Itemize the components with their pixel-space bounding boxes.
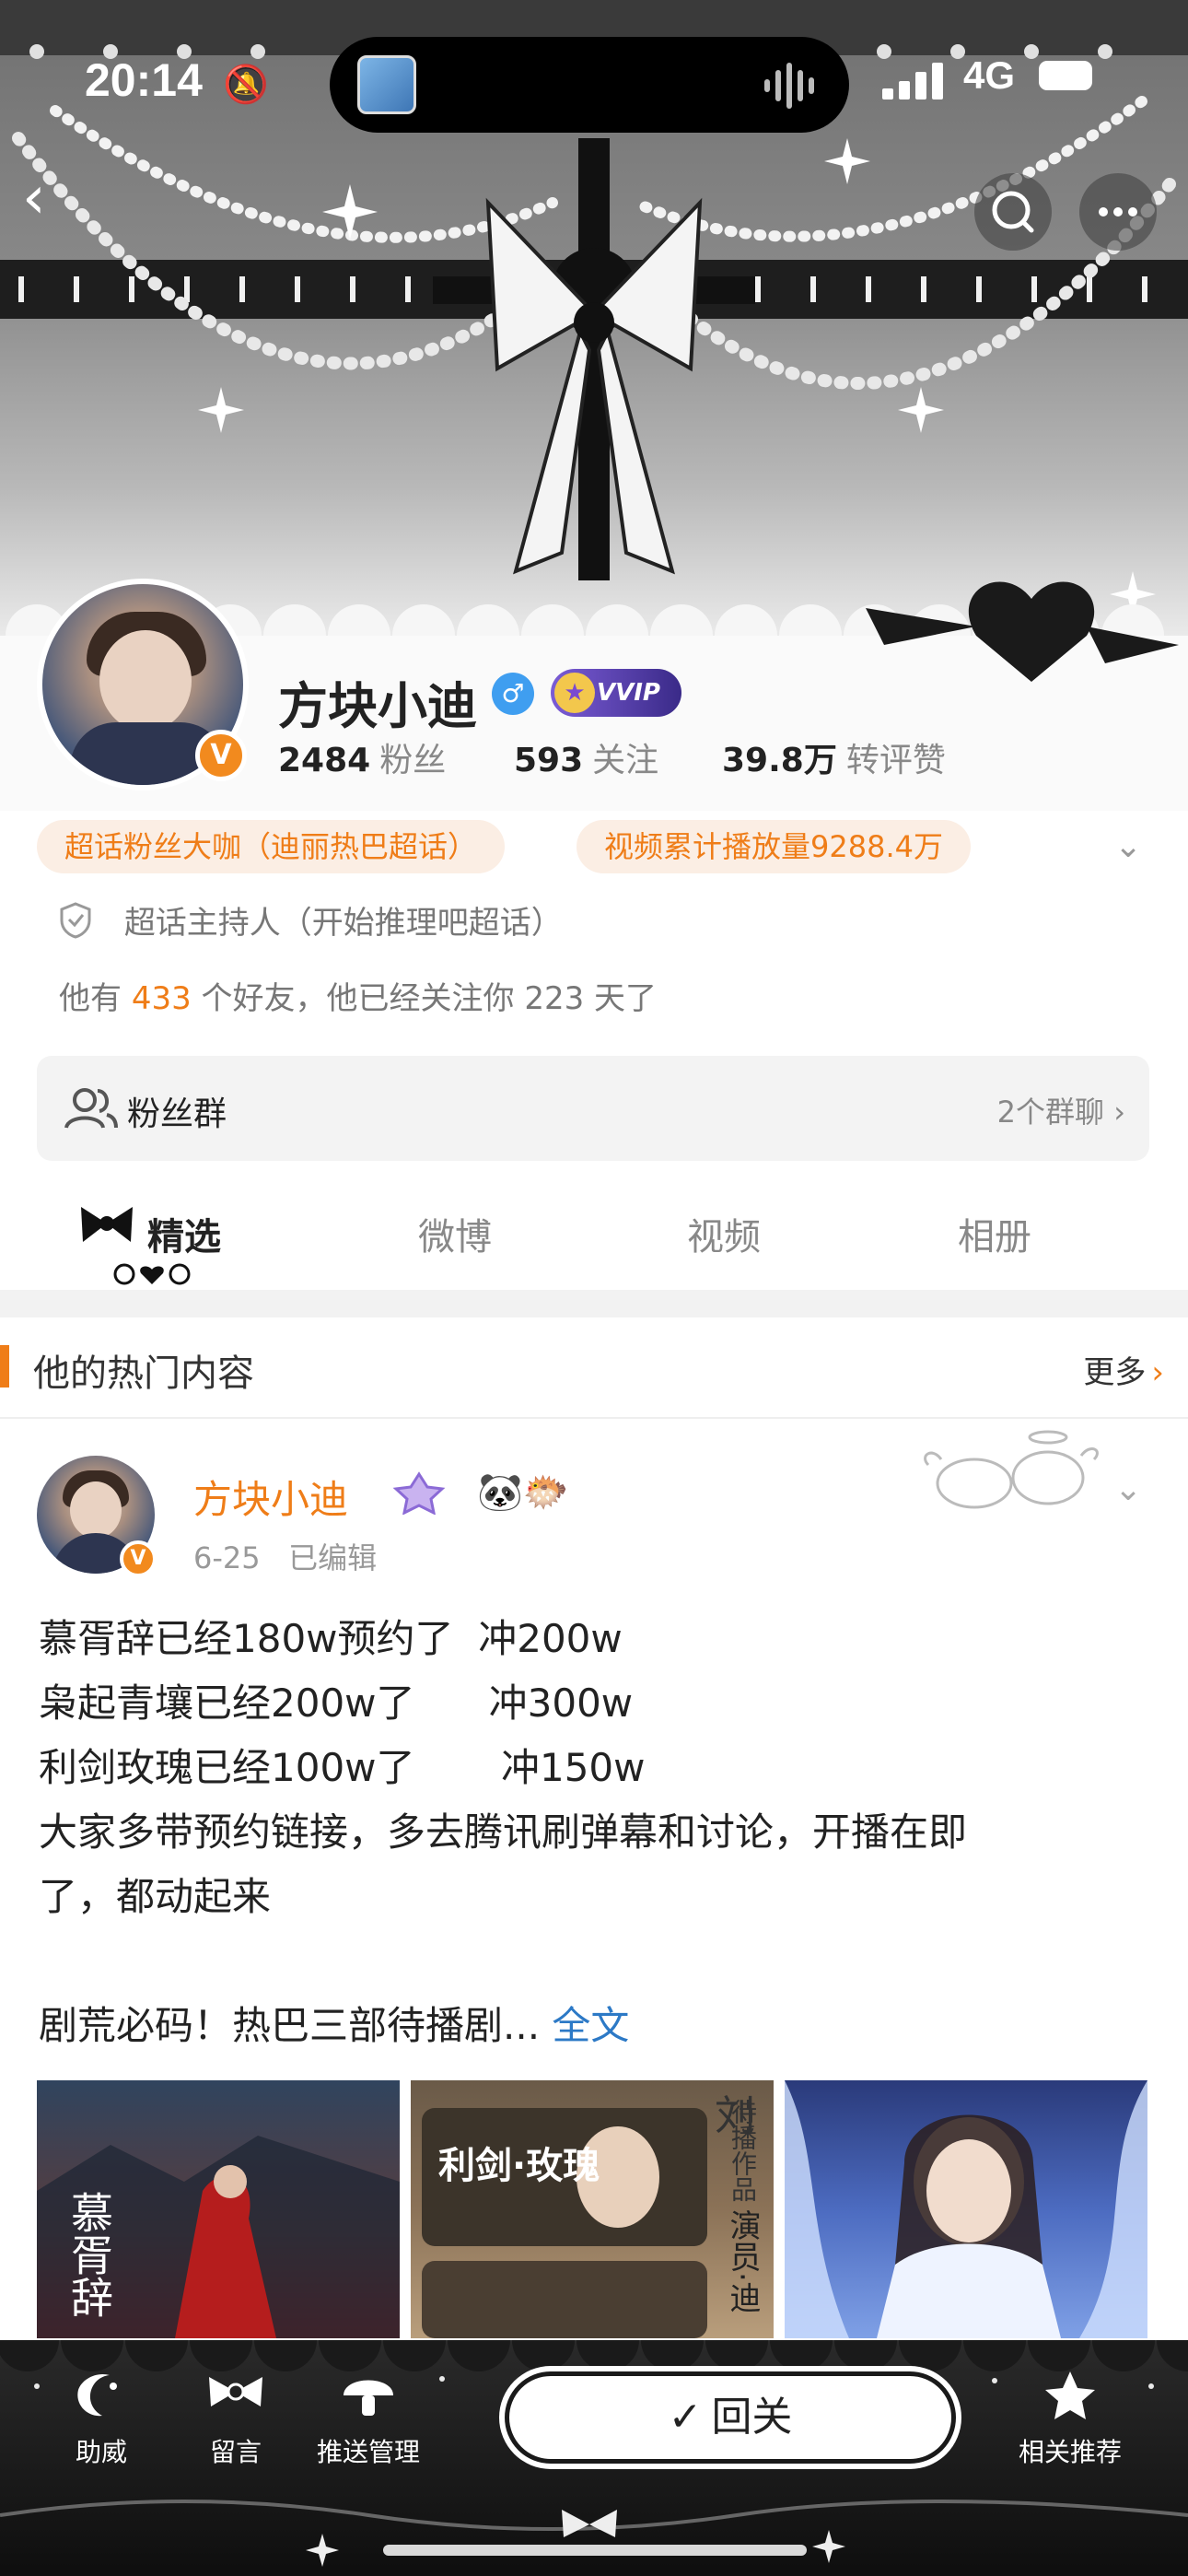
search-button[interactable] — [974, 173, 1052, 251]
post-timestamp: 6-25 已编辑 — [193, 1540, 378, 1575]
signal-icon — [882, 63, 943, 100]
silent-bell-icon: 🔕 — [223, 64, 269, 106]
post-image-2[interactable]: 利剑·玫瑰 待播作品 演员·迪 刘 — [411, 2080, 774, 2338]
post-image-3[interactable] — [785, 2080, 1147, 2338]
panda-fish-badge-icon: 🐼🐡 — [477, 1471, 569, 1514]
fan-group-label: 粉丝群 — [127, 1095, 227, 1133]
group-people-icon — [64, 1088, 118, 1129]
full-text-link[interactable]: 全文 — [540, 2003, 629, 2048]
audio-wave-icon — [764, 63, 814, 109]
hot-content-header: 他的热门内容 更多 › — [0, 1317, 1188, 1419]
dynamic-island[interactable] — [330, 37, 849, 133]
back-arrow-icon[interactable]: ‹ — [22, 166, 87, 230]
tab-album[interactable]: 相册 — [958, 1207, 1031, 1260]
supertopic-host-line: 超话主持人（开始推理吧超话） — [59, 897, 563, 943]
post-author-name[interactable]: 方块小迪 — [193, 1469, 348, 1525]
friend-info-line: 他有 433 个好友，他已经关注你 223 天了 — [59, 980, 658, 1017]
heart-wings-decoration-icon — [113, 1263, 191, 1285]
profile-username: 方块小迪 — [278, 677, 477, 735]
verified-badge: V — [195, 730, 247, 781]
post-image-1[interactable]: 慕胥辞 — [37, 2080, 400, 2338]
profile-page: 20:14 🔕 4G ‹ V 方块小迪 ♂ ★ VVIP 2484 粉丝 593… — [0, 0, 1188, 2576]
home-indicator[interactable] — [383, 2545, 807, 2556]
status-time: 20:14 — [85, 54, 203, 106]
bow-message-icon — [209, 2377, 262, 2406]
hot-more-link[interactable]: 更多 › — [1083, 1347, 1164, 1392]
search-icon — [992, 191, 1034, 233]
more-options-button[interactable] — [1079, 173, 1157, 251]
status-bar: 20:14 🔕 4G — [0, 37, 1188, 133]
stat-reposts-comments-likes[interactable]: 39.8万 转评赞 — [722, 733, 946, 781]
message-button[interactable]: 留言 — [171, 2368, 300, 2469]
tab-video[interactable]: 视频 — [687, 1207, 761, 1260]
post-image-grid: 慕胥辞 利剑·玫瑰 待播作品 演员·迪 刘 — [37, 2080, 1151, 2338]
tab-featured[interactable]: 精选 — [147, 1207, 221, 1260]
crown-icon: ★ — [554, 673, 595, 713]
post-body[interactable]: 慕胥辞已经180w预约了 冲200w 枭起青壤已经200w了 冲300w 利剑玫… — [39, 1607, 1153, 2058]
profile-tabs: 精选 微博 视频 相册 — [0, 1188, 1188, 1290]
stat-following[interactable]: 593 关注 — [514, 733, 658, 781]
cheer-button[interactable]: 助威 — [37, 2368, 166, 2469]
fan-group-row[interactable]: 粉丝群 2个群聊 › — [37, 1056, 1149, 1161]
male-gender-icon: ♂ — [492, 673, 534, 715]
related-recommend-button[interactable]: 相关推荐 — [1006, 2368, 1135, 2469]
post-menu-chevron-icon[interactable]: ⌄ — [1114, 1470, 1142, 1508]
section-divider — [0, 1290, 1188, 1317]
battery-icon — [1039, 61, 1092, 90]
cat-angel-decoration-icon — [924, 1430, 1099, 1509]
tag-video-plays[interactable]: 视频累计播放量9288.4万 — [577, 820, 971, 873]
tag-supertopic-fan[interactable]: 超话粉丝大咖（迪丽热巴超话） — [37, 820, 506, 873]
bottom-action-bar: 助威 留言 推送管理 ✓ 回关 相关推荐 — [0, 2340, 1188, 2576]
fan-group-count: 2个群聊 › — [996, 1095, 1125, 1130]
moon-cheer-icon — [77, 2373, 117, 2417]
post-verified-badge: V — [120, 1540, 157, 1577]
mushroom-push-icon — [344, 2380, 393, 2416]
member-badge-icon — [392, 1471, 446, 1515]
vvip-badge[interactable]: ★ VVIP — [551, 669, 681, 717]
island-app-thumbnail — [357, 55, 416, 114]
chevron-down-icon[interactable]: ⌄ — [1114, 827, 1142, 865]
more-dots-icon — [1099, 207, 1137, 217]
star-recommend-icon — [1045, 2371, 1095, 2419]
bow-decoration-icon — [81, 1207, 133, 1242]
follow-back-button[interactable]: ✓ 回关 — [505, 2371, 956, 2464]
network-type: 4G — [963, 53, 1016, 97]
shield-icon — [60, 902, 91, 939]
hot-content-title: 他的热门内容 — [33, 1352, 254, 1395]
tab-weibo[interactable]: 微博 — [418, 1207, 492, 1260]
push-management-button[interactable]: 推送管理 — [304, 2368, 433, 2469]
stat-followers[interactable]: 2484 粉丝 — [278, 733, 446, 781]
